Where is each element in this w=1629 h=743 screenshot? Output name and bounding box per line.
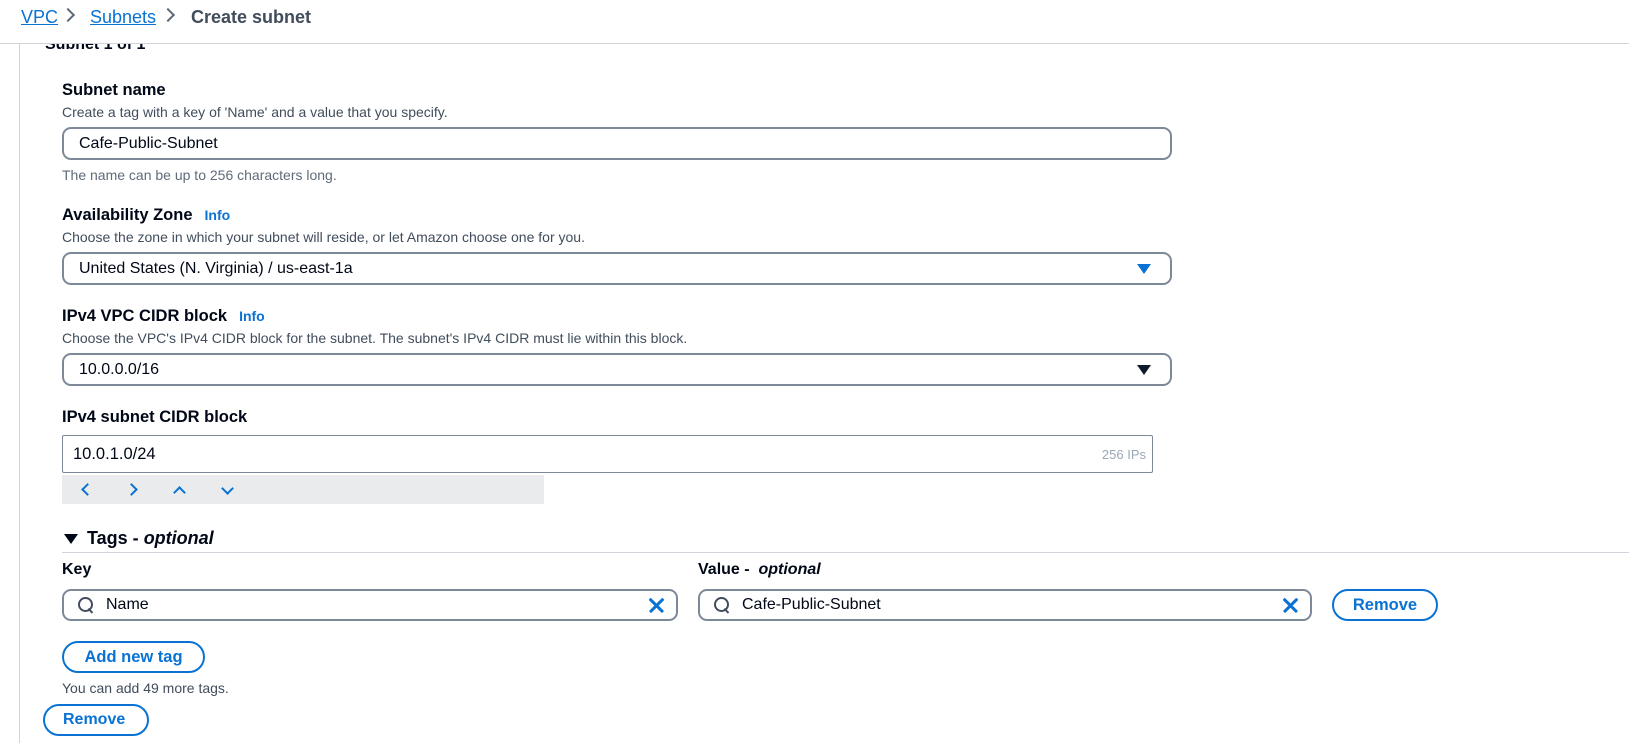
subnet-name-description: Create a tag with a key of 'Name' and a … [62,104,448,120]
chevron-up-icon [173,485,186,499]
vpc-cidr-label-text: IPv4 VPC CIDR block [62,307,228,325]
subnet-cidr-input[interactable]: 10.0.1.0/24 256 IPs [62,435,1153,473]
vpc-cidr-select[interactable]: 10.0.0.0/16 [62,353,1172,386]
remove-subnet-button[interactable]: Remove [43,704,149,736]
tags-header-optional: optional [143,528,214,548]
availability-zone-label-text: Availability Zone [62,206,193,224]
cidr-step-up-button[interactable] [173,475,222,504]
caret-down-icon [1137,364,1151,375]
vpc-cidr-info-link[interactable]: Info [239,308,265,324]
subnet-cidr-label: IPv4 subnet CIDR block [62,408,248,426]
clear-icon[interactable] [646,595,666,615]
cidr-step-left-button[interactable] [78,475,126,504]
remove-tag-button[interactable]: Remove [1332,589,1438,621]
cidr-stepper [62,475,544,504]
chevron-left-icon [81,483,94,496]
clear-icon[interactable] [1280,595,1300,615]
breadcrumb: VPC Subnets Create subnet [0,0,1629,44]
tag-key-value: Name [106,596,149,613]
tag-value-label-optional: optional [758,561,821,578]
tags-section-toggle[interactable]: Tags - optional [64,528,214,549]
chevron-right-icon [125,483,138,496]
availability-zone-select[interactable]: United States (N. Virginia) / us-east-1a [62,252,1172,285]
vpc-cidr-description: Choose the VPC's IPv4 CIDR block for the… [62,330,688,346]
tag-value-label: Value - optional [698,561,821,579]
cidr-step-right-button[interactable] [125,475,174,504]
caret-down-icon [1137,263,1151,274]
caret-down-icon [64,533,78,544]
availability-zone-info-link[interactable]: Info [205,207,231,223]
tags-remaining-hint: You can add 49 more tags. [62,680,229,696]
tag-value-value: Cafe-Public-Subnet [742,596,881,613]
vpc-cidr-label: IPv4 VPC CIDR block Info [62,307,265,326]
tag-value-label-text: Value - [698,561,755,578]
search-icon [714,597,730,613]
tag-key-label: Key [62,561,92,578]
tags-divider [62,552,1629,553]
vpc-cidr-selected: 10.0.0.0/16 [79,360,160,378]
availability-zone-description: Choose the zone in which your subnet wil… [62,229,585,245]
subnet-cidr-ip-count: 256 IPs [1101,446,1146,462]
chevron-down-icon [221,481,234,495]
panel-left-border [19,44,20,743]
tags-header-text: Tags - [87,528,139,548]
subnet-name-constraint: The name can be up to 256 characters lon… [62,167,337,183]
cidr-step-down-button[interactable] [221,475,270,504]
availability-zone-label: Availability Zone Info [62,206,230,225]
breadcrumb-separator-icon [160,7,176,23]
subnet-name-value: Cafe-Public-Subnet [79,134,218,152]
tag-value-input[interactable]: Cafe-Public-Subnet [698,589,1312,621]
search-icon [78,597,94,613]
subnet-cidr-value: 10.0.1.0/24 [73,444,156,463]
subnet-name-input[interactable]: Cafe-Public-Subnet [62,127,1172,160]
subnet-name-label: Subnet name [62,81,166,99]
availability-zone-selected: United States (N. Virginia) / us-east-1a [79,259,353,277]
breadcrumb-current-page: Create subnet [191,7,312,27]
breadcrumb-link-vpc[interactable]: VPC [21,7,58,28]
breadcrumb-link-subnets[interactable]: Subnets [90,7,156,28]
breadcrumb-separator-icon [60,7,76,23]
add-new-tag-button[interactable]: Add new tag [62,641,205,673]
tag-key-input[interactable]: Name [62,589,678,621]
